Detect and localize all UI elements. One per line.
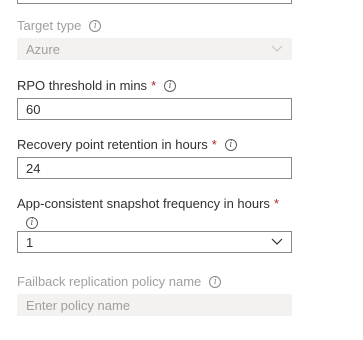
app-snapshot-value: 1 [26,234,34,250]
failback-policy-placeholder: Enter policy name [26,297,131,313]
recovery-retention-field: Recovery point retention in hours * i 24 [17,136,292,179]
recovery-retention-label: Recovery point retention in hours [17,137,208,152]
required-marker: * [211,137,217,152]
chevron-down-icon [271,45,283,52]
failback-policy-field: Failback replication policy name i Enter… [17,273,292,316]
failback-policy-label: Failback replication policy name [17,274,202,289]
previous-field-bottom [17,0,292,4]
app-snapshot-field: App-consistent snapshot frequency in hou… [17,195,292,253]
target-type-label: Target type [17,18,82,33]
info-icon[interactable]: i [209,276,222,288]
app-snapshot-label: App-consistent snapshot frequency in hou… [17,196,270,211]
info-icon[interactable]: i [224,139,237,151]
chevron-down-icon [271,238,283,245]
recovery-retention-value: 24 [26,160,41,176]
required-marker: * [273,196,279,211]
info-icon[interactable]: i [164,80,177,92]
target-type-select: Azure [17,38,292,60]
failback-policy-input: Enter policy name [17,294,292,316]
rpo-threshold-field: RPO threshold in mins * i 60 [17,77,292,120]
rpo-threshold-input[interactable]: 60 [17,98,292,120]
recovery-retention-input[interactable]: 24 [17,157,292,179]
info-icon[interactable]: i [26,217,38,229]
rpo-threshold-value: 60 [26,101,41,117]
target-type-value: Azure [26,41,60,57]
required-marker: * [151,78,157,93]
info-icon[interactable]: i [89,20,102,32]
app-snapshot-select[interactable]: 1 [17,231,292,253]
target-type-field: Target type i Azure [17,17,292,60]
rpo-threshold-label: RPO threshold in mins [17,78,148,93]
